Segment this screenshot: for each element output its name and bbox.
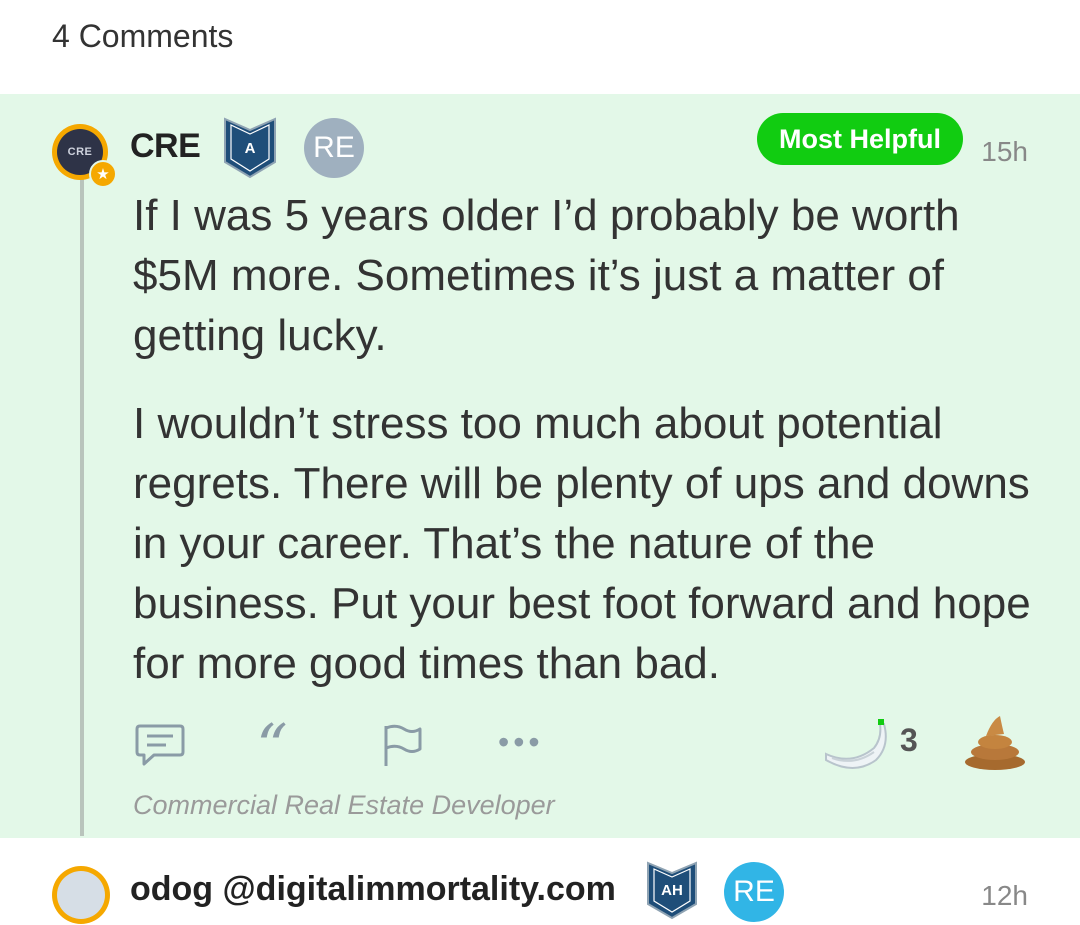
next-comment: odog @digitalimmortality.com AH RE 12h (0, 838, 1080, 924)
comment-count: 4 Comments (52, 18, 234, 54)
flag-button[interactable] (380, 722, 424, 768)
more-button[interactable]: ••• (498, 724, 544, 761)
avatar[interactable] (52, 866, 110, 924)
banana-icon (825, 719, 887, 769)
flag-icon (384, 724, 422, 766)
comment-paragraph: I wouldn’t stress too much about potenti… (133, 399, 1031, 688)
banana-count: 3 (900, 722, 918, 758)
comment-time: 15h (981, 136, 1028, 167)
avatar-image (57, 871, 105, 919)
banana-button[interactable] (822, 716, 892, 772)
star-icon: ★ (89, 160, 117, 188)
comment-paragraph: If I was 5 years older I’d probably be w… (133, 191, 960, 360)
quote-icon: “ (256, 710, 288, 783)
reply-button[interactable] (134, 722, 186, 768)
industry-badge[interactable]: RE (724, 862, 784, 922)
thread-line[interactable] (80, 176, 84, 836)
quote-button[interactable]: “ (256, 716, 288, 778)
most-helpful-badge: Most Helpful (757, 113, 963, 165)
username[interactable]: CRE (130, 127, 201, 166)
user-title: Commercial Real Estate Developer (133, 790, 555, 820)
level-badge[interactable]: A (222, 116, 278, 180)
avatar[interactable]: CRE ★ (52, 124, 117, 188)
more-icon: ••• (498, 724, 544, 760)
level-badge-label: A (244, 140, 256, 157)
username[interactable]: odog @digitalimmortality.com (130, 870, 616, 909)
reply-icon (135, 724, 185, 766)
comment-time: 12h (981, 880, 1028, 911)
level-badge-label: AH (661, 882, 683, 899)
poop-button[interactable] (962, 714, 1028, 772)
level-badge[interactable]: AH (645, 860, 699, 920)
poop-icon (965, 716, 1025, 770)
comments-header: 4 Comments (0, 0, 1080, 94)
industry-badge[interactable]: RE (304, 118, 364, 178)
comment-body: If I was 5 years older I’d probably be w… (133, 186, 1038, 722)
